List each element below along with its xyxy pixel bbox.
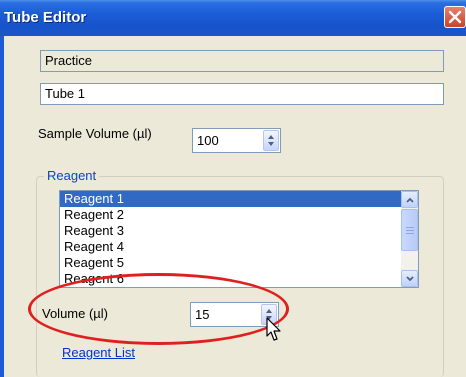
spin-up-icon[interactable] (268, 135, 274, 139)
reagent-group-label: Reagent (44, 168, 100, 183)
tube-name-input[interactable]: Tube 1 (40, 83, 444, 105)
chevron-up-icon (406, 197, 414, 203)
highlight-ellipse (28, 273, 289, 345)
practice-field: Practice (40, 50, 444, 72)
scroll-down-button[interactable] (401, 270, 418, 287)
reagent-listbox[interactable]: Reagent 1 Reagent 2 Reagent 3 Reagent 4 … (59, 190, 419, 288)
list-item[interactable]: Reagent 2 (60, 207, 418, 223)
tube-editor-window: Tube Editor Practice Tube 1 Sample Volum… (0, 0, 466, 377)
list-item[interactable]: Reagent 5 (60, 255, 418, 271)
title-bar[interactable]: Tube Editor (0, 0, 466, 36)
reagent-list-link[interactable]: Reagent List (62, 345, 135, 360)
sample-volume-label: Sample Volume (µl) (38, 126, 152, 141)
close-button[interactable] (444, 6, 466, 28)
list-item[interactable]: Reagent 4 (60, 239, 418, 255)
close-icon (448, 10, 462, 24)
grip-line (406, 230, 414, 231)
grip-line (406, 233, 414, 234)
window-title: Tube Editor (4, 9, 87, 26)
scroll-thumb[interactable] (401, 209, 418, 251)
list-item[interactable]: Reagent 3 (60, 223, 418, 239)
grip-line (406, 227, 414, 228)
reagent-list-scrollbar[interactable] (401, 191, 418, 287)
sample-volume-value: 100 (197, 133, 219, 148)
spin-down-icon[interactable] (268, 142, 274, 146)
sample-volume-spin-buttons[interactable] (263, 130, 279, 151)
list-item[interactable]: Reagent 1 (60, 191, 418, 207)
chevron-down-icon (406, 276, 414, 282)
scroll-up-button[interactable] (401, 191, 418, 208)
mouse-cursor-icon (266, 317, 281, 341)
sample-volume-spinner[interactable]: 100 (192, 128, 281, 153)
